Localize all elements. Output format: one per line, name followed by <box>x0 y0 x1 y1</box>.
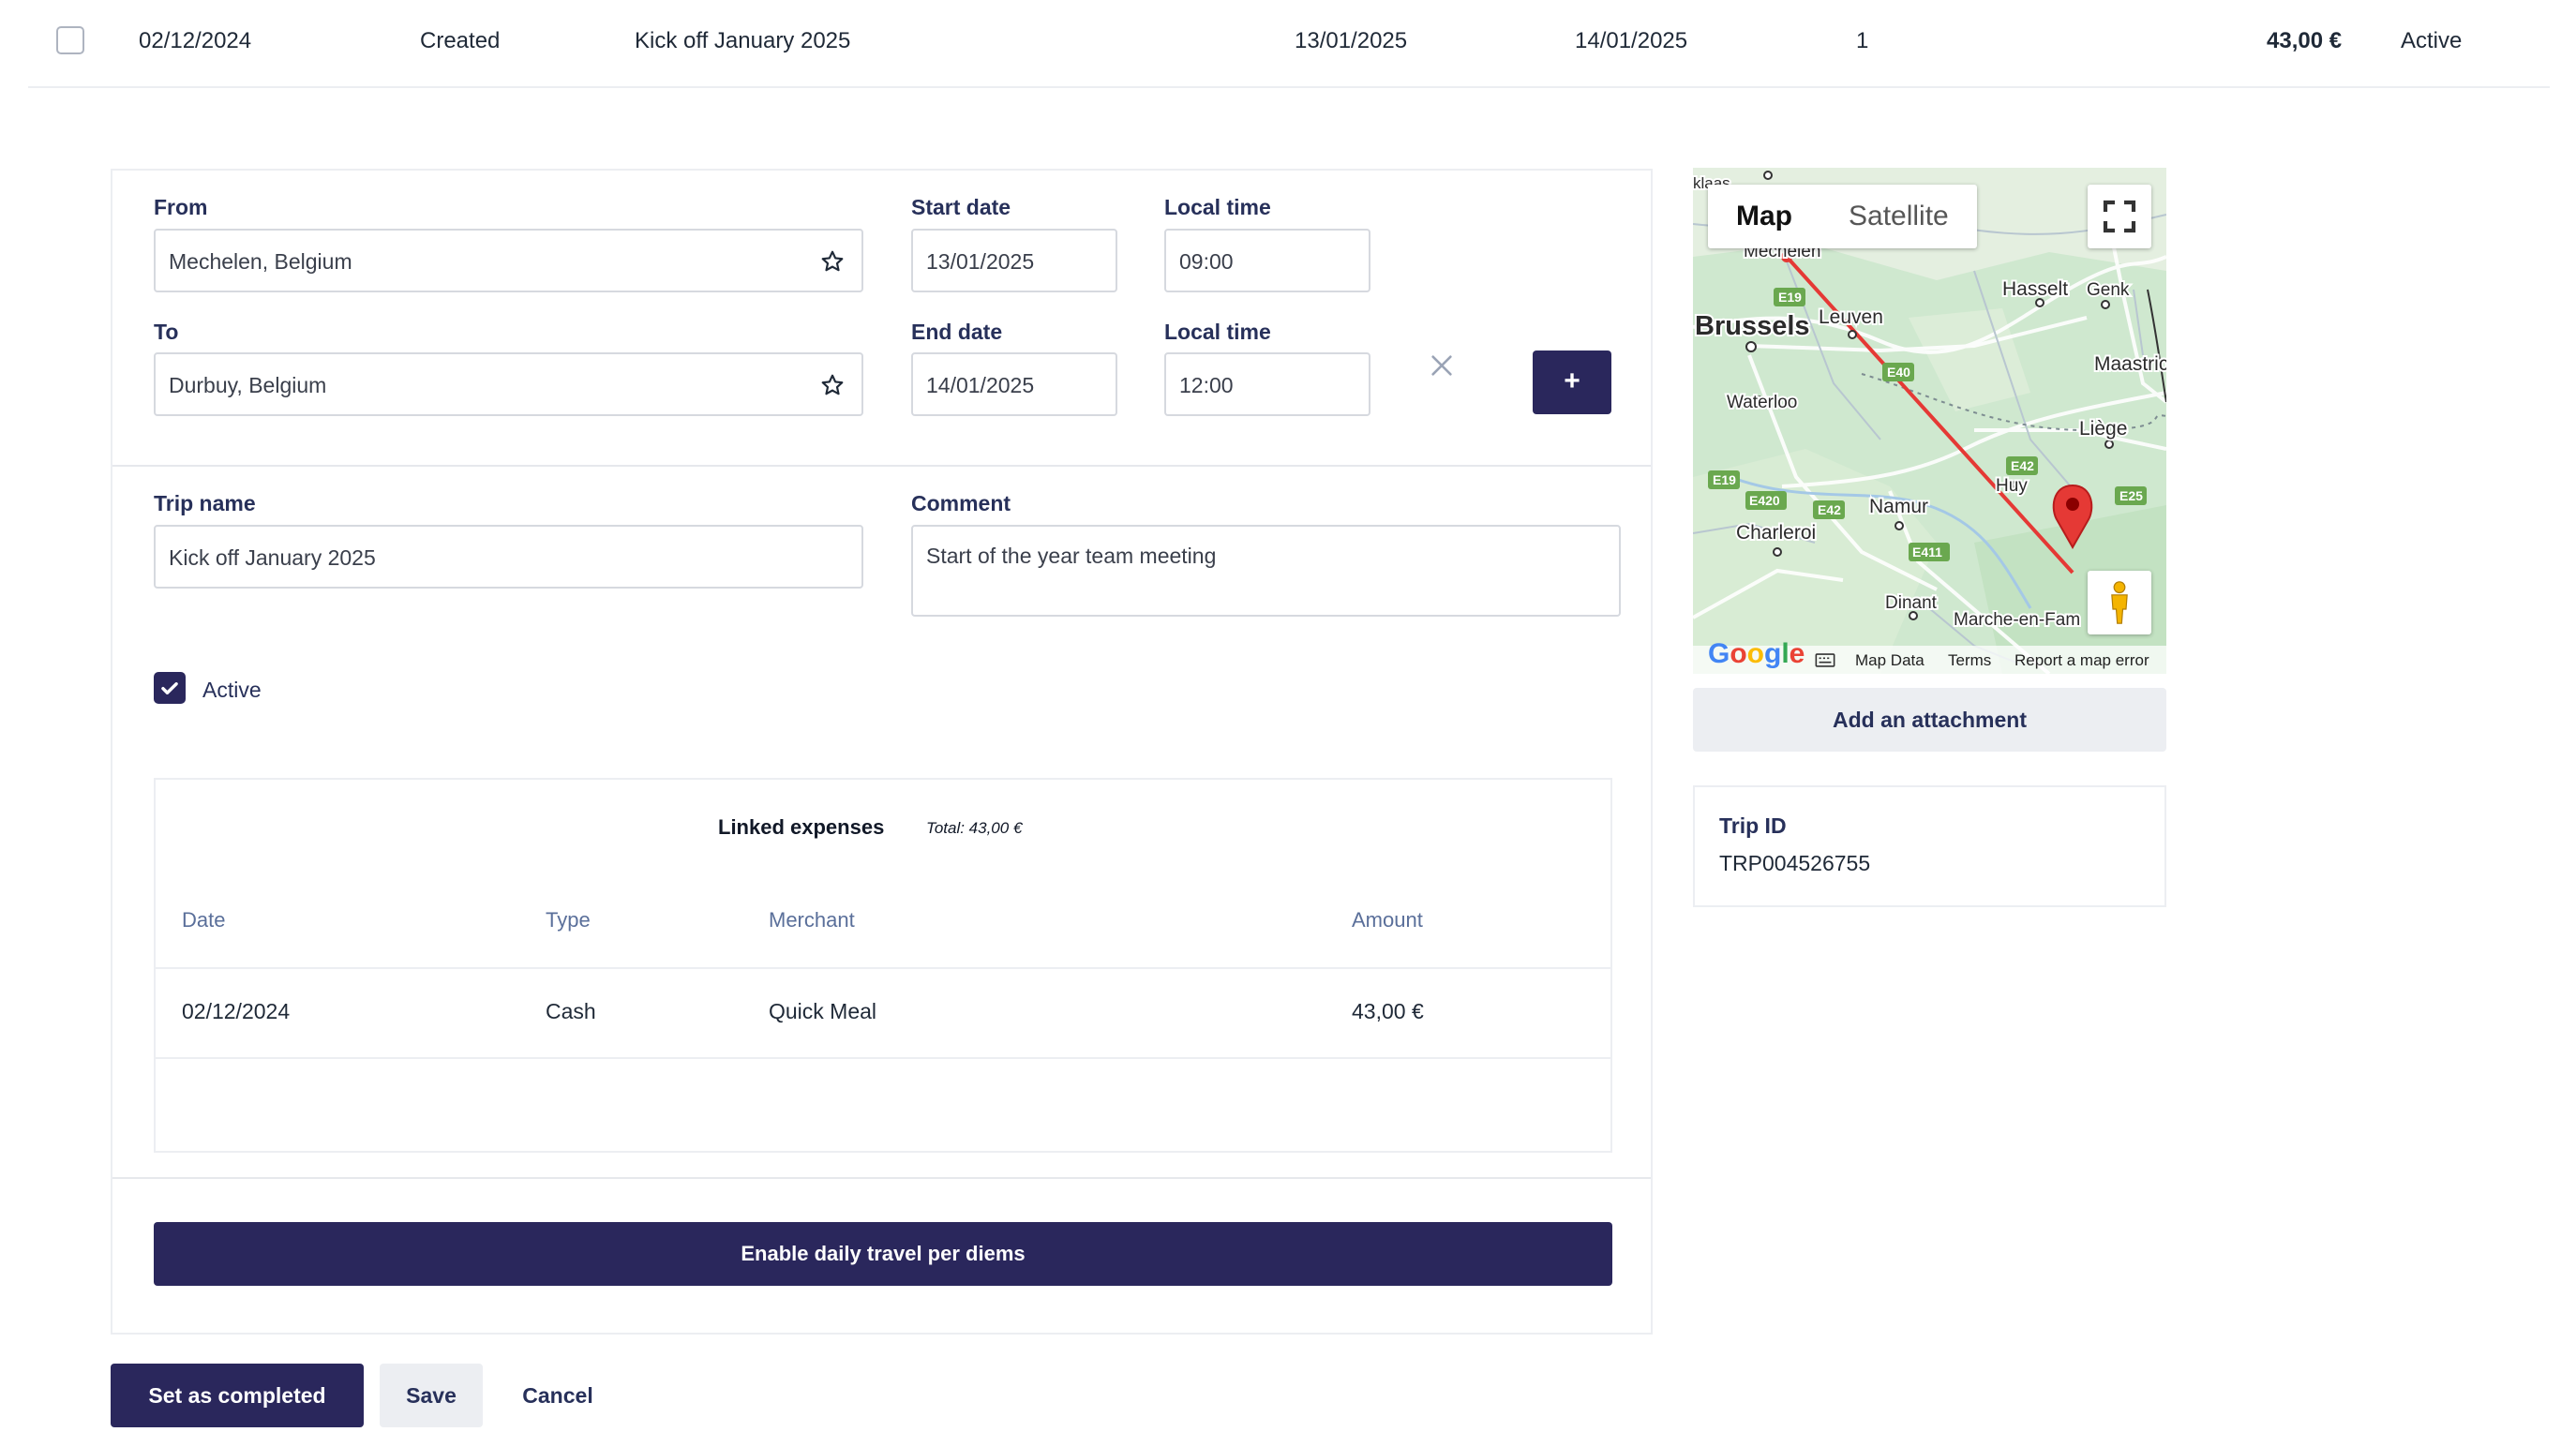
svg-text:E19: E19 <box>1713 472 1736 487</box>
set-completed-button[interactable]: Set as completed <box>111 1364 364 1427</box>
map-label-liege: Liège <box>2079 418 2127 440</box>
svg-text:E420: E420 <box>1749 493 1780 508</box>
check-icon <box>161 682 178 694</box>
section-divider <box>112 465 1651 467</box>
map-tab-map[interactable]: Map <box>1708 185 1820 248</box>
add-attachment-button[interactable]: Add an attachment <box>1693 688 2166 752</box>
row-amount: 43,00 € <box>2267 28 2343 53</box>
keyboard-icon[interactable] <box>1815 653 1835 667</box>
cancel-button[interactable]: Cancel <box>506 1364 609 1427</box>
map-label-huy: Huy <box>1996 476 2028 496</box>
expense-merchant: Quick Meal <box>769 999 877 1023</box>
map-label-hasselt: Hasselt <box>2002 278 2068 300</box>
column-header-type[interactable]: Type <box>546 908 591 932</box>
start-time-value: 09:00 <box>1179 249 1234 274</box>
trip-name-value: Kick off January 2025 <box>169 545 376 570</box>
from-field[interactable]: Mechelen, Belgium <box>154 229 863 292</box>
remove-step-close-icon[interactable] <box>1429 352 1455 379</box>
map-label-dinant: Dinant <box>1885 593 1938 613</box>
row-date: 02/12/2024 <box>139 28 252 53</box>
map-tab-satellite[interactable]: Satellite <box>1820 185 1977 248</box>
to-label: To <box>154 320 179 344</box>
svg-text:E19: E19 <box>1778 290 1802 305</box>
row-start-date: 13/01/2025 <box>1295 28 1408 53</box>
svg-text:E42: E42 <box>1818 502 1841 517</box>
end-date-value: 14/01/2025 <box>926 373 1035 397</box>
fullscreen-button[interactable] <box>2088 185 2151 248</box>
start-date-label: Start date <box>911 195 1011 219</box>
map-label-maastricht: Maastric <box>2094 353 2166 375</box>
comment-textarea[interactable]: Start of the year team meeting <box>911 525 1621 617</box>
row-end-date: 14/01/2025 <box>1575 28 1688 53</box>
map-data-link[interactable]: Map Data <box>1855 651 1925 670</box>
report-map-error-link[interactable]: Report a map error <box>2014 651 2149 670</box>
active-checkbox[interactable] <box>154 672 186 704</box>
table-divider <box>156 967 1610 969</box>
table-row[interactable]: 02/12/2024 Created Kick off January 2025… <box>28 0 2550 88</box>
from-value: Mechelen, Belgium <box>169 249 352 274</box>
linked-expenses-total: Total: 43,00 € <box>926 819 1023 837</box>
map-label-namur: Namur <box>1869 496 1928 517</box>
svg-text:E25: E25 <box>2119 488 2143 503</box>
trip-id-value: TRP004526755 <box>1719 851 1871 875</box>
column-header-amount[interactable]: Amount <box>1352 908 1423 932</box>
trip-edit-card: From Mechelen, Belgium Start date 13/01/… <box>111 169 1653 1335</box>
row-status: Created <box>420 28 501 53</box>
to-value: Durbuy, Belgium <box>169 373 327 397</box>
linked-expenses-title: Linked expenses <box>718 815 885 839</box>
start-time-label: Local time <box>1164 195 1271 219</box>
add-step-button[interactable]: + <box>1533 351 1611 414</box>
column-header-merchant[interactable]: Merchant <box>769 908 855 932</box>
google-logo: Google <box>1708 638 1805 669</box>
street-view-button[interactable] <box>2088 571 2151 634</box>
to-field[interactable]: Durbuy, Belgium <box>154 352 863 416</box>
svg-text:E411: E411 <box>1912 544 1942 559</box>
active-label: Active <box>202 678 262 702</box>
linked-expenses-panel: Linked expenses Total: 43,00 € Date Type… <box>154 778 1612 1153</box>
start-time-field[interactable]: 09:00 <box>1164 229 1370 292</box>
map-label-brussels: Brussels <box>1695 311 1810 341</box>
comment-value: Start of the year team meeting <box>926 544 1217 568</box>
start-date-field[interactable]: 13/01/2025 <box>911 229 1117 292</box>
end-time-label: Local time <box>1164 320 1271 344</box>
pegman-icon <box>2111 581 2128 624</box>
map-label-marche: Marche-en-Fam <box>1954 610 2080 630</box>
row-count: 1 <box>1856 28 1869 53</box>
end-time-value: 12:00 <box>1179 373 1234 397</box>
table-divider <box>156 1057 1610 1059</box>
fullscreen-icon <box>2103 200 2136 233</box>
map-terms-link[interactable]: Terms <box>1948 651 1991 670</box>
trip-id-card: Trip ID TRP004526755 <box>1693 785 2166 907</box>
expense-date: 02/12/2024 <box>182 999 291 1023</box>
start-date-value: 13/01/2025 <box>926 249 1035 274</box>
svg-text:E40: E40 <box>1887 365 1910 380</box>
map-label-waterloo: Waterloo <box>1727 393 1797 412</box>
end-time-field[interactable]: 12:00 <box>1164 352 1370 416</box>
column-header-date[interactable]: Date <box>182 908 225 932</box>
from-label: From <box>154 195 208 219</box>
end-date-label: End date <box>911 320 1003 344</box>
svg-text:E42: E42 <box>2011 458 2034 473</box>
favorite-star-icon[interactable] <box>820 373 845 397</box>
trip-name-label: Trip name <box>154 491 256 515</box>
route-map[interactable]: E19 E40 E42 E19 E420 E42 E411 E25 Brusse… <box>1693 168 2166 674</box>
map-label-genk: Genk <box>2087 280 2130 300</box>
row-state: Active <box>2401 28 2463 53</box>
save-button[interactable]: Save <box>380 1364 483 1427</box>
map-label-leuven: Leuven <box>1819 306 1883 328</box>
expense-amount: 43,00 € <box>1352 999 1424 1023</box>
map-label-charleroi: Charleroi <box>1736 522 1816 544</box>
favorite-star-icon[interactable] <box>820 249 845 274</box>
trip-id-label: Trip ID <box>1719 813 1787 838</box>
row-checkbox[interactable] <box>56 26 84 54</box>
expense-type: Cash <box>546 999 596 1023</box>
end-date-field[interactable]: 14/01/2025 <box>911 352 1117 416</box>
section-divider <box>112 1177 1651 1179</box>
comment-label: Comment <box>911 491 1011 515</box>
trip-name-field[interactable]: Kick off January 2025 <box>154 525 863 589</box>
enable-per-diems-button[interactable]: Enable daily travel per diems <box>154 1222 1612 1286</box>
row-trip-name: Kick off January 2025 <box>635 28 851 53</box>
map-type-tabs: Map Satellite <box>1708 185 1977 248</box>
